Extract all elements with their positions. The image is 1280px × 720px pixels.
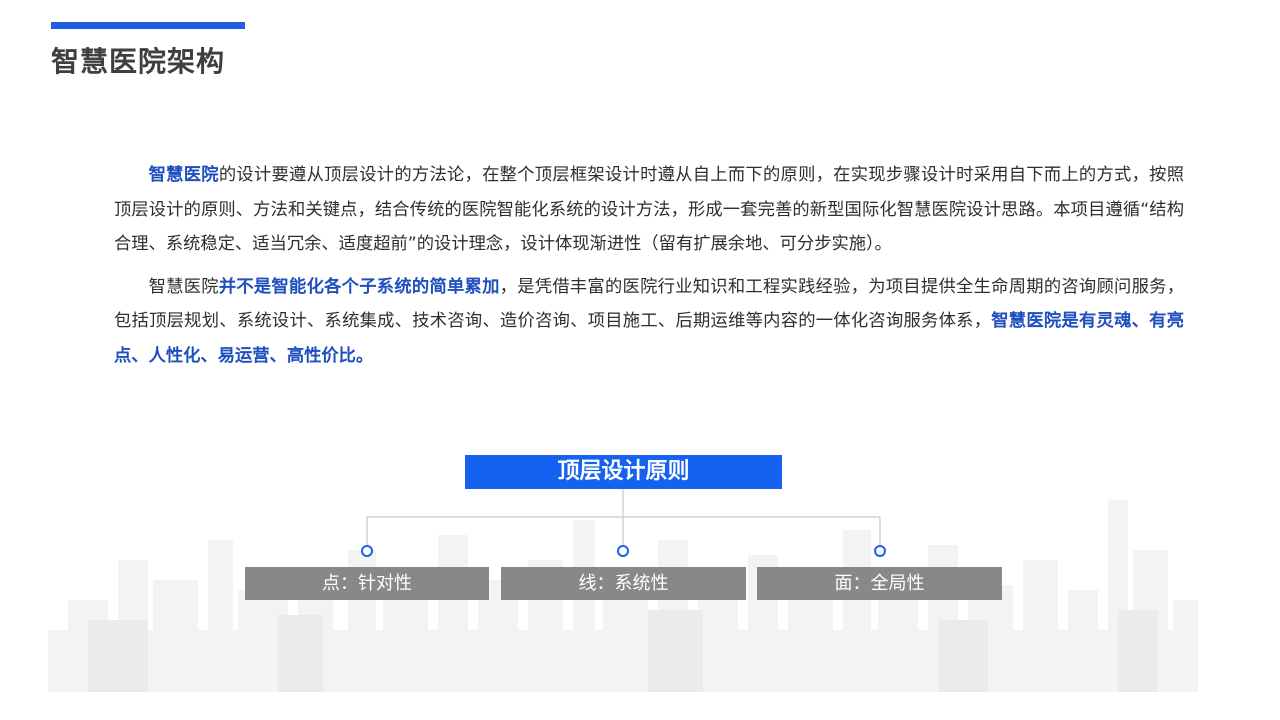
paragraph-1: 智慧医院的设计要遵从顶层设计的方法论，在整个顶层框架设计时遵从自上而下的原则，在…: [114, 158, 1184, 262]
paragraph-text: 的设计要遵从顶层设计的方法论，在整个顶层框架设计时遵从自上而下的原则，在实现步骤…: [114, 165, 1184, 254]
diagram-node-point: 点：针对性: [245, 567, 489, 600]
paragraph-2: 智慧医院并不是智能化各个子系统的简单累加，是凭借丰富的医院行业知识和工程实践经验…: [114, 270, 1184, 374]
paragraph-text: 智慧医院: [148, 276, 219, 297]
diagram-root-box: 顶层设计原则: [465, 455, 782, 489]
highlight-text: 并不是智能化各个子系统的简单累加: [218, 276, 500, 297]
title-accent-bar: [51, 22, 245, 29]
highlight-text: 智慧医院: [148, 165, 219, 185]
diagram-node-plane: 面：全局性: [757, 567, 1002, 600]
page-title: 智慧医院架构: [51, 45, 226, 78]
body-text: 智慧医院的设计要遵从顶层设计的方法论，在整个顶层框架设计时遵从自上而下的原则，在…: [114, 158, 1184, 381]
diagram-node-line: 线：系统性: [501, 567, 746, 600]
